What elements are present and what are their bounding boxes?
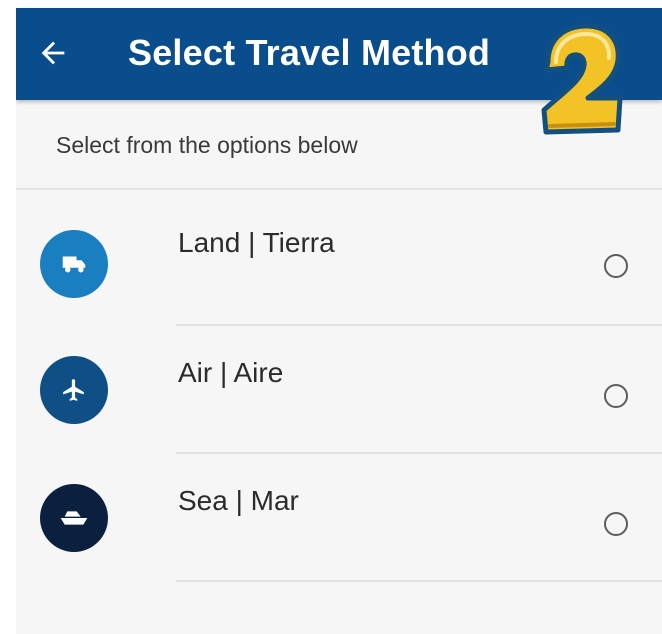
radio-land[interactable] <box>604 254 628 278</box>
divider <box>176 580 662 582</box>
truck-icon <box>40 230 108 298</box>
page-title: Select Travel Method <box>128 32 491 73</box>
ship-icon <box>40 484 108 552</box>
option-sea[interactable]: Sea | Mar <box>16 454 662 582</box>
option-land[interactable]: Land | Tierra <box>16 190 662 318</box>
airplane-icon <box>40 356 108 424</box>
option-label: Air | Aire <box>178 357 284 388</box>
travel-method-screen: Select Travel Method Select from the opt… <box>16 8 662 634</box>
arrow-left-icon[interactable] <box>36 36 70 70</box>
option-air[interactable]: Air | Aire <box>16 326 662 454</box>
option-label: Sea | Mar <box>178 485 299 516</box>
instruction-text: Select from the options below <box>56 132 358 158</box>
app-frame: Select Travel Method Select from the opt… <box>0 0 662 634</box>
option-label: Land | Tierra <box>178 227 335 258</box>
radio-air[interactable] <box>604 384 628 408</box>
radio-sea[interactable] <box>604 512 628 536</box>
step-number-badge <box>541 23 623 135</box>
